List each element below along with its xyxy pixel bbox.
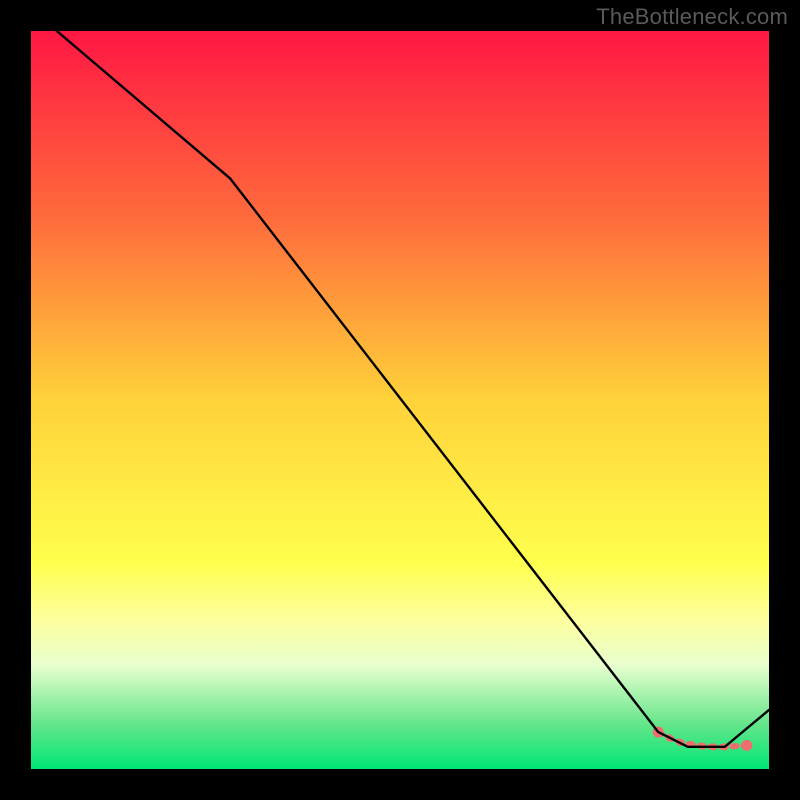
marker-dot	[741, 740, 752, 751]
watermark-text: TheBottleneck.com	[596, 4, 788, 30]
chart-svg	[31, 31, 769, 769]
plot-area	[31, 31, 769, 769]
chart-frame: TheBottleneck.com	[0, 0, 800, 800]
